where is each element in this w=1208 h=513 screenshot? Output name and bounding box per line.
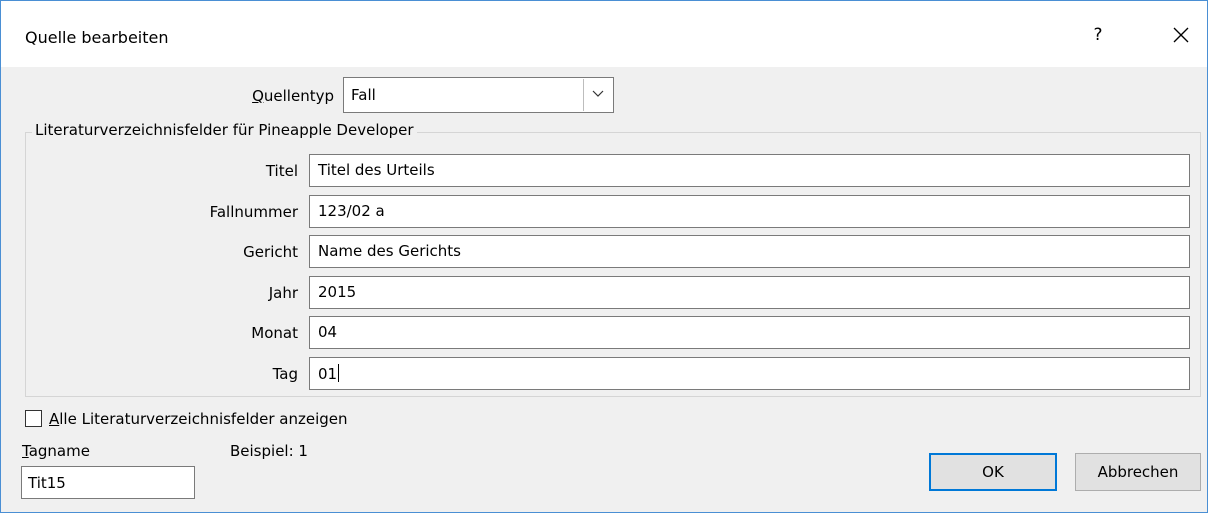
year-input[interactable]: 2015 — [309, 276, 1190, 309]
ok-button[interactable]: OK — [929, 453, 1057, 491]
show-all-fields-checkbox[interactable] — [25, 410, 42, 427]
field-label-year: Jahr — [268, 284, 298, 302]
tag-name-label: Tagname — [22, 442, 90, 460]
tag-name-input[interactable]: Tit15 — [21, 466, 195, 499]
text-caret — [338, 364, 340, 382]
field-label-case-number: Fallnummer — [209, 203, 298, 221]
field-label-day: Tag — [272, 365, 298, 383]
close-button[interactable] — [1167, 21, 1195, 49]
chevron-down-icon — [592, 90, 604, 97]
case-number-input[interactable]: 123/02 a — [309, 195, 1190, 228]
example-text: Beispiel: 1 — [230, 442, 308, 460]
source-type-select[interactable]: Fall — [343, 77, 614, 113]
title-input[interactable]: Titel des Urteils — [309, 154, 1190, 187]
title-bar: Quelle bearbeiten ? — [1, 1, 1207, 67]
dialog-title: Quelle bearbeiten — [25, 28, 169, 47]
bibliography-group-label: Literaturverzeichnisfelder für Pineapple… — [32, 121, 417, 139]
source-type-value: Fall — [351, 86, 376, 104]
field-label-court: Gericht — [243, 243, 298, 261]
field-label-month: Monat — [251, 324, 298, 342]
day-input[interactable]: 01 — [309, 357, 1190, 390]
month-input[interactable]: 04 — [309, 316, 1190, 349]
edit-source-dialog: Quelle bearbeiten ? Quellentyp Fall Lite… — [0, 0, 1208, 513]
show-all-fields-label[interactable]: Alle Literaturverzeichnisfelder anzeigen — [49, 410, 348, 428]
day-value: 01 — [318, 365, 338, 383]
cancel-button[interactable]: Abbrechen — [1075, 453, 1201, 491]
help-button[interactable]: ? — [1086, 21, 1110, 49]
court-input[interactable]: Name des Gerichts — [309, 235, 1190, 268]
close-icon — [1173, 27, 1189, 43]
source-type-dropdown-button[interactable] — [583, 79, 612, 111]
field-label-title: Titel — [265, 162, 298, 180]
source-type-label: Quellentyp — [252, 87, 334, 105]
